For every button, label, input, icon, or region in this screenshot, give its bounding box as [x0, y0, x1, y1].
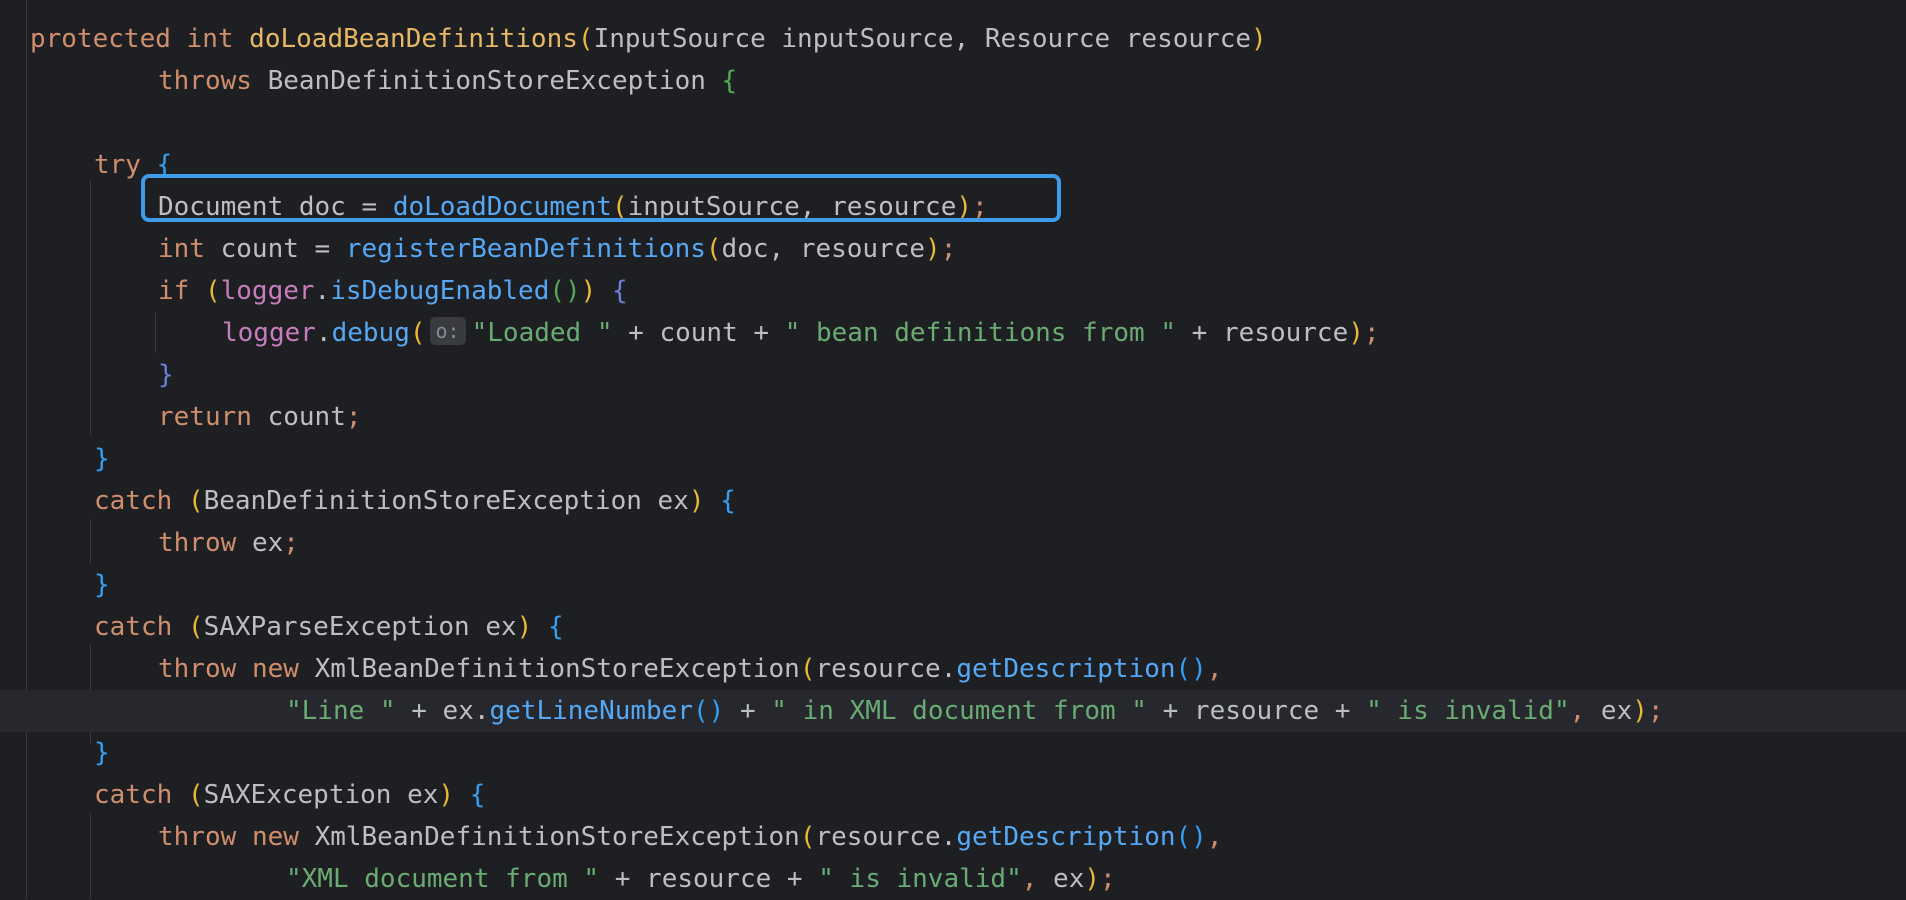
indent-guide [90, 180, 91, 435]
code-line[interactable]: return count; [158, 396, 362, 438]
code-line[interactable]: } [94, 564, 110, 606]
code-line[interactable]: "XML document from " + resource + " is i… [286, 858, 1116, 900]
indent-guide [155, 313, 156, 353]
code-line[interactable]: catch (SAXParseException ex) { [94, 606, 564, 648]
code-line[interactable]: catch (SAXException ex) { [94, 774, 485, 816]
code-line[interactable]: logger.debug(o: "Loaded " + count + " bea… [222, 312, 1380, 354]
code-line[interactable]: if (logger.isDebugEnabled()) { [158, 270, 628, 312]
code-line-current[interactable]: "Line " + ex.getLineNumber() + " in XML … [0, 690, 1906, 732]
indent-guide [26, 0, 27, 898]
parameter-hint: o: [429, 317, 466, 345]
code-line[interactable]: throws BeanDefinitionStoreException { [158, 60, 737, 102]
code-line[interactable]: throw new XmlBeanDefinitionStoreExceptio… [158, 648, 1223, 690]
code-line[interactable]: } [94, 438, 110, 480]
code-line[interactable]: int count = registerBeanDefinitions(doc,… [158, 228, 956, 270]
code-line[interactable]: throw ex; [158, 522, 299, 564]
code-line[interactable]: protected int doLoadBeanDefinitions(Inpu… [30, 18, 1267, 60]
highlight-box [141, 174, 1061, 222]
code-line[interactable]: throw new XmlBeanDefinitionStoreExceptio… [158, 816, 1223, 858]
code-line[interactable]: } [158, 354, 174, 396]
code-line[interactable]: catch (BeanDefinitionStoreException ex) … [94, 480, 736, 522]
indent-guide [90, 519, 91, 564]
code-line[interactable]: } [94, 732, 110, 774]
indent-guide [90, 814, 91, 898]
code-editor[interactable]: protected int doLoadBeanDefinitions(Inpu… [0, 0, 1906, 898]
